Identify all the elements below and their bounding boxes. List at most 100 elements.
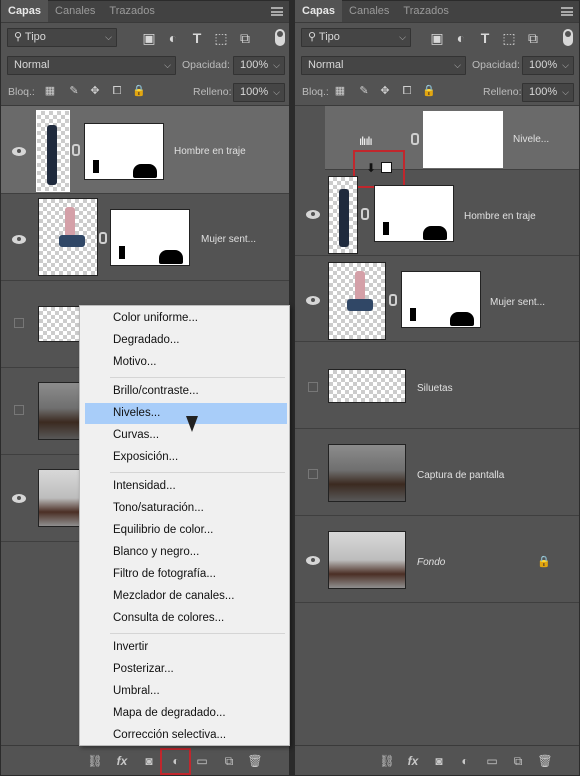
layer-name[interactable]: Hombre en traje — [464, 211, 536, 222]
fx-icon[interactable]: fx — [114, 754, 130, 768]
menu-item-intensidad[interactable]: Intensidad... — [85, 476, 287, 497]
link-icon[interactable] — [72, 144, 80, 156]
layer-siluetas[interactable]: Siluetas — [295, 342, 579, 429]
layer-name[interactable]: Mujer sent... — [490, 297, 545, 308]
opacity-field[interactable]: 100% ⌵ — [233, 56, 285, 75]
layer-name[interactable]: Mujer sent... — [201, 234, 256, 245]
tab-canales[interactable]: Canales — [342, 0, 396, 22]
menu-item-filtro-fotografia[interactable]: Filtro de fotografía... — [85, 564, 287, 585]
visibility-toggle[interactable] — [308, 382, 318, 392]
lock-pixels-icon[interactable]: ✎ — [68, 85, 80, 97]
filter-toggle[interactable] — [563, 29, 573, 46]
tab-trazados[interactable]: Trazados — [102, 0, 161, 22]
visibility-eye-icon[interactable] — [306, 210, 320, 219]
menu-item-degradado[interactable]: Degradado... — [85, 330, 287, 351]
new-layer-icon[interactable]: ⧉ — [510, 754, 526, 768]
visibility-eye-icon[interactable] — [306, 296, 320, 305]
panel-menu-icon[interactable] — [271, 7, 283, 16]
layer-name[interactable]: Captura de pantalla — [417, 470, 504, 481]
tab-trazados[interactable]: Trazados — [396, 0, 455, 22]
folder-icon[interactable]: ▭ — [194, 754, 210, 768]
tab-capas[interactable]: Capas — [295, 0, 343, 22]
fx-icon[interactable]: fx — [405, 754, 421, 768]
visibility-eye-icon[interactable] — [306, 556, 320, 565]
filter-toggle[interactable] — [275, 29, 285, 46]
visibility-toggle[interactable] — [14, 318, 24, 328]
blend-mode-select[interactable]: Normal ⌵ — [7, 56, 176, 75]
layer-hombre-en-traje[interactable]: Hombre en traje — [295, 170, 579, 256]
lock-position-icon[interactable]: ✥ — [89, 85, 101, 97]
menu-item-mezclador-canales[interactable]: Mezclador de canales... — [85, 586, 287, 607]
opacity-field[interactable]: 100% ⌵ — [522, 56, 574, 75]
lock-pixels-icon[interactable]: ✎ — [358, 85, 370, 97]
menu-item-color-uniforme[interactable]: Color uniforme... — [85, 308, 287, 329]
layer-fondo[interactable]: Fondo 🔒 — [295, 516, 579, 603]
menu-item-umbral[interactable]: Umbral... — [85, 681, 287, 702]
visibility-toggle[interactable] — [14, 405, 24, 415]
layer-captura-de-pantalla[interactable]: Captura de pantalla — [295, 429, 579, 516]
menu-item-exposicion[interactable]: Exposición... — [85, 447, 287, 468]
pixel-filter-icon[interactable]: ▣ — [429, 30, 445, 46]
mask-icon[interactable]: ◙ — [431, 754, 447, 768]
smart-object-filter-icon[interactable]: ⧉ — [525, 30, 541, 46]
link-icon[interactable] — [411, 133, 419, 145]
menu-item-invertir[interactable]: Invertir — [85, 637, 287, 658]
trash-icon[interactable]: 🗑 — [537, 754, 553, 768]
visibility-eye-icon[interactable] — [12, 147, 26, 156]
menu-item-mapa-degradado[interactable]: Mapa de degradado... — [85, 703, 287, 724]
layer-name[interactable]: Siluetas — [417, 383, 453, 394]
smart-object-filter-icon[interactable]: ⧉ — [237, 30, 253, 46]
trash-icon[interactable]: 🗑 — [247, 754, 263, 768]
menu-item-posterizar[interactable]: Posterizar... — [85, 659, 287, 680]
folder-icon[interactable]: ▭ — [484, 754, 500, 768]
tab-canales[interactable]: Canales — [48, 0, 102, 22]
filter-kind-select[interactable]: ⚲ Tipo ⌵ — [7, 28, 117, 47]
lock-all-icon[interactable]: 🔒 — [132, 85, 146, 97]
menu-item-tono-saturacion[interactable]: Tono/saturación... — [85, 498, 287, 519]
visibility-eye-icon[interactable] — [12, 235, 26, 244]
link-icon[interactable]: ⛓ — [87, 754, 103, 768]
layer-name[interactable]: Hombre en traje — [174, 146, 246, 157]
lock-label: Bloq.: — [8, 86, 35, 98]
adjustment-filter-icon[interactable]: ◐ — [453, 30, 469, 46]
panel-menu-icon[interactable] — [561, 7, 573, 16]
mask-icon[interactable]: ◙ — [141, 754, 157, 768]
lock-position-icon[interactable]: ✥ — [379, 85, 391, 97]
shape-filter-icon[interactable]: ⬚ — [213, 30, 229, 46]
menu-item-blanco-negro[interactable]: Blanco y negro... — [85, 542, 287, 563]
link-icon[interactable] — [361, 208, 369, 220]
link-icon[interactable]: ⛓ — [379, 754, 395, 768]
layer-mujer-sentada[interactable]: Mujer sent... — [1, 194, 289, 281]
menu-item-equilibrio-color[interactable]: Equilibrio de color... — [85, 520, 287, 541]
blend-mode-select[interactable]: Normal ⌵ — [301, 56, 466, 75]
tab-capas[interactable]: Capas — [1, 0, 49, 22]
new-layer-icon[interactable]: ⧉ — [221, 754, 237, 768]
layer-hombre-en-traje[interactable]: Hombre en traje — [1, 106, 289, 194]
lock-all-icon[interactable]: 🔒 — [422, 85, 436, 97]
layer-name[interactable]: Fondo — [417, 557, 445, 568]
visibility-eye-icon[interactable] — [12, 494, 26, 503]
type-filter-icon[interactable]: T — [189, 30, 205, 46]
pixel-filter-icon[interactable]: ▣ — [141, 30, 157, 46]
menu-item-brillo-contraste[interactable]: Brillo/contraste... — [85, 381, 287, 402]
fill-field[interactable]: 100% ⌵ — [233, 83, 285, 102]
fill-field[interactable]: 100% ⌵ — [522, 83, 574, 102]
lock-artboard-icon[interactable]: ⧠ — [111, 85, 123, 97]
adjustment-filter-icon[interactable]: ◐ — [165, 30, 181, 46]
lock-transparency-icon[interactable]: ▦ — [44, 85, 56, 97]
link-icon[interactable] — [99, 232, 107, 244]
visibility-toggle[interactable] — [308, 469, 318, 479]
link-icon[interactable] — [389, 294, 397, 306]
layer-name[interactable]: Nivele... — [513, 134, 549, 145]
shape-filter-icon[interactable]: ⬚ — [501, 30, 517, 46]
layer-mujer-sentada[interactable]: Mujer sent... — [295, 256, 579, 342]
menu-item-consulta-colores[interactable]: Consulta de colores... — [85, 608, 287, 629]
lock-artboard-icon[interactable]: ⧠ — [401, 85, 413, 97]
type-filter-icon[interactable]: T — [477, 30, 493, 46]
menu-item-correccion-selectiva[interactable]: Corrección selectiva... — [85, 725, 287, 746]
adjustment-icon[interactable]: ◐ — [457, 754, 473, 768]
lock-transparency-icon[interactable]: ▦ — [334, 85, 346, 97]
menu-separator — [110, 377, 285, 378]
filter-kind-select[interactable]: ⚲ Tipo ⌵ — [301, 28, 411, 47]
menu-item-motivo[interactable]: Motivo... — [85, 352, 287, 373]
